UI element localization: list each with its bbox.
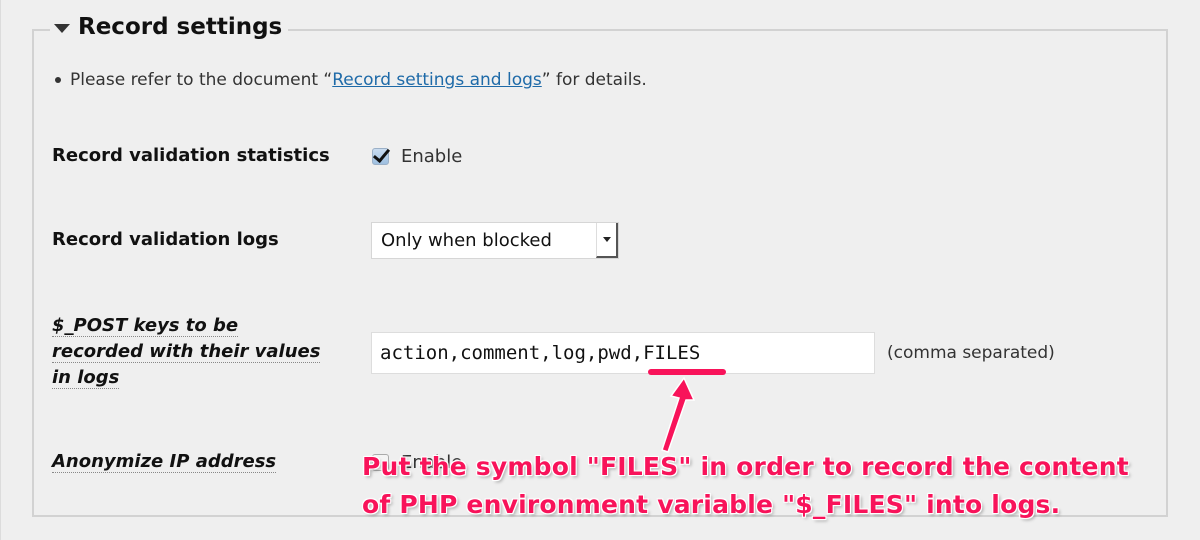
annotation-line-1: Put the symbol "FILES" in order to recor… xyxy=(362,452,1129,481)
record-settings-fieldset xyxy=(32,29,1168,517)
annotation-callout: Put the symbol "FILES" in order to recor… xyxy=(362,448,1129,524)
reference-note: Please refer to the document “Record set… xyxy=(55,70,647,90)
annotation-line-2: of PHP environment variable "$_FILES" in… xyxy=(362,490,1061,519)
post-keys-label-line-3: in logs xyxy=(52,367,120,389)
validation-logs-label: Record validation logs xyxy=(52,229,279,250)
dropdown-arrow-icon[interactable] xyxy=(596,223,618,258)
bullet-icon xyxy=(55,77,61,83)
record-settings-doc-link[interactable]: Record settings and logs xyxy=(332,70,542,90)
validation-statistics-option[interactable]: Enable xyxy=(372,146,462,167)
note-prefix: Please refer to the document “ xyxy=(70,70,333,90)
comma-separated-hint: (comma separated) xyxy=(887,343,1055,363)
anonymize-ip-label-text: Anonymize IP address xyxy=(52,451,277,473)
annotation-arrow-icon xyxy=(661,376,696,453)
page-left-border xyxy=(0,0,1,540)
post-keys-input[interactable]: action,comment,log,pwd,FILES xyxy=(371,332,875,374)
post-keys-label-line-1: $_POST keys to be xyxy=(52,315,239,337)
validation-logs-select[interactable]: Only when blocked xyxy=(371,222,619,259)
post-keys-label: $_POST keys to be recorded with their va… xyxy=(52,313,321,391)
section-legend[interactable]: Record settings xyxy=(50,14,289,40)
anonymize-ip-label: Anonymize IP address xyxy=(52,449,277,475)
note-suffix: ” for details. xyxy=(541,70,647,90)
validation-logs-selected-value[interactable]: Only when blocked xyxy=(372,230,596,251)
triangle-down-icon[interactable] xyxy=(54,23,70,33)
section-title: Record settings xyxy=(78,14,283,40)
validation-statistics-label: Record validation statistics xyxy=(52,145,330,166)
post-keys-label-line-2: recorded with their values xyxy=(52,341,321,363)
validation-statistics-enable-label[interactable]: Enable xyxy=(401,146,462,167)
validation-statistics-checkbox[interactable] xyxy=(372,148,389,165)
